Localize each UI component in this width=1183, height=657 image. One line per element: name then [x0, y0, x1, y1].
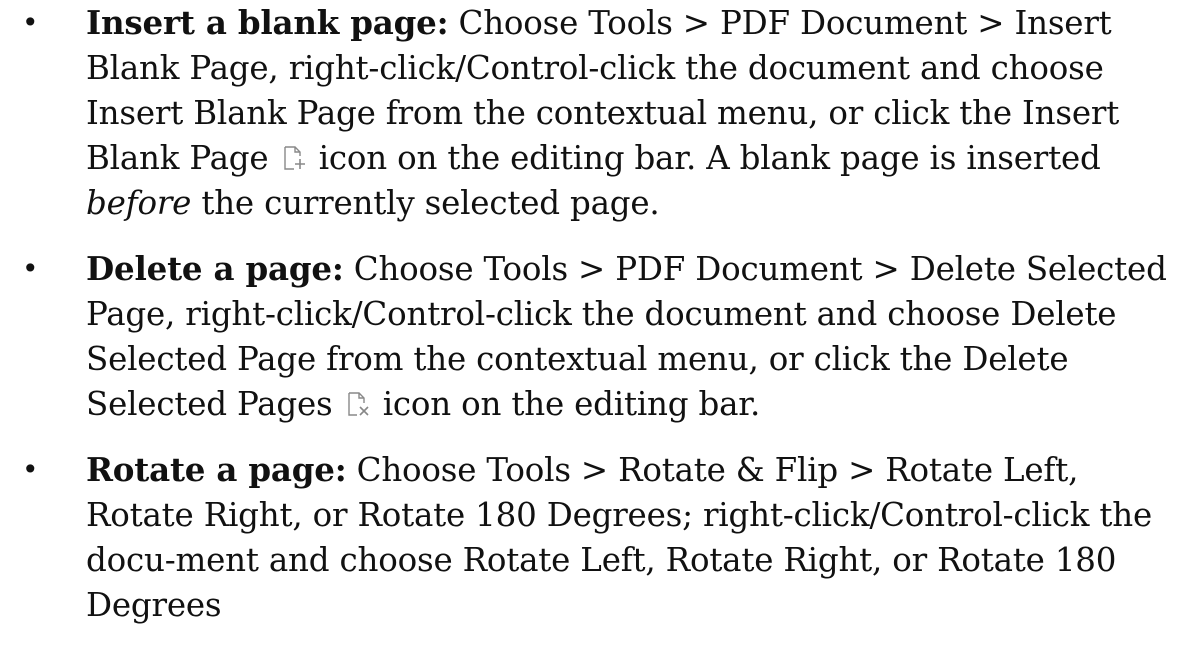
bullet: •	[22, 252, 39, 285]
bullet: •	[22, 6, 39, 39]
item-text-continued: icon on the editing bar.	[372, 385, 761, 423]
item-term: Delete a page:	[86, 249, 344, 288]
bullet-list: • Insert a blank page: Choose Tools > PDF…	[0, 0, 1183, 628]
bullet: •	[22, 453, 39, 486]
insert-blank-page-icon	[281, 145, 307, 171]
item-term: Insert a blank page:	[86, 3, 449, 42]
item-emphasis: before	[86, 184, 192, 222]
delete-selected-pages-icon	[345, 391, 371, 417]
list-item-insert-blank-page: • Insert a blank page: Choose Tools > PDF…	[0, 0, 1183, 226]
document-page: • Insert a blank page: Choose Tools > PDF…	[0, 0, 1183, 628]
list-item-delete-page: • Delete a page: Choose Tools > PDF Docum…	[0, 246, 1183, 427]
list-item-rotate-page: • Rotate a page: Choose Tools > Rotate & …	[0, 447, 1183, 628]
item-text-continued: icon on the editing bar. A blank page is…	[308, 139, 1101, 177]
item-text-end: the currently selected page.	[191, 184, 660, 222]
item-term: Rotate a page:	[86, 450, 347, 489]
